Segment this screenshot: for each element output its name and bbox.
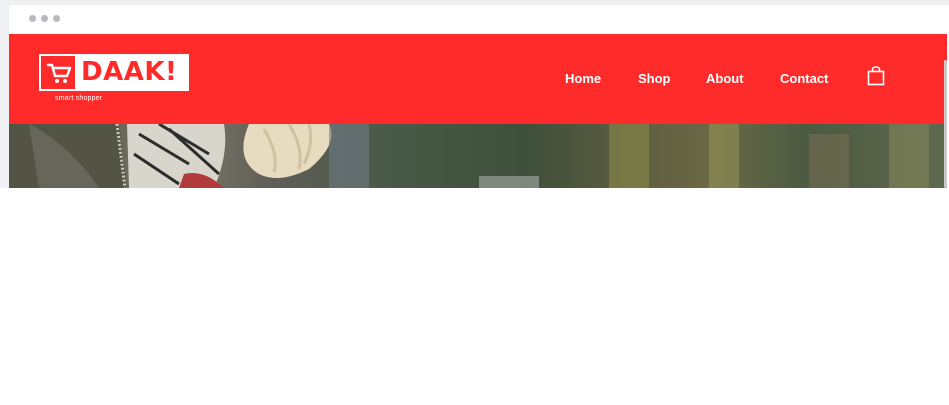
- shopping-bag-icon[interactable]: [867, 66, 885, 86]
- hero-illustration: [9, 124, 929, 188]
- logo-tagline: smart shopper: [55, 95, 103, 102]
- window-dot[interactable]: [41, 15, 48, 22]
- logo-text: DAAK!: [81, 57, 178, 87]
- window-chrome: [9, 5, 949, 34]
- window-dot[interactable]: [53, 15, 60, 22]
- hero-photo: [9, 124, 947, 188]
- nav-item-home[interactable]: Home: [565, 71, 601, 86]
- logo-link[interactable]: DAAK!: [39, 54, 189, 91]
- nav-item-shop[interactable]: Shop: [638, 71, 671, 86]
- page: DAAK! smart shopper Home Shop About Cont…: [0, 0, 949, 405]
- scrollbar[interactable]: [944, 60, 947, 188]
- window-dots: [29, 15, 60, 22]
- window-dot[interactable]: [29, 15, 36, 22]
- cart-icon: [39, 54, 77, 91]
- frame-left: [0, 0, 9, 188]
- nav-item-contact[interactable]: Contact: [780, 71, 828, 86]
- site-header: DAAK! smart shopper Home Shop About Cont…: [9, 34, 947, 124]
- nav-item-about[interactable]: About: [706, 71, 744, 86]
